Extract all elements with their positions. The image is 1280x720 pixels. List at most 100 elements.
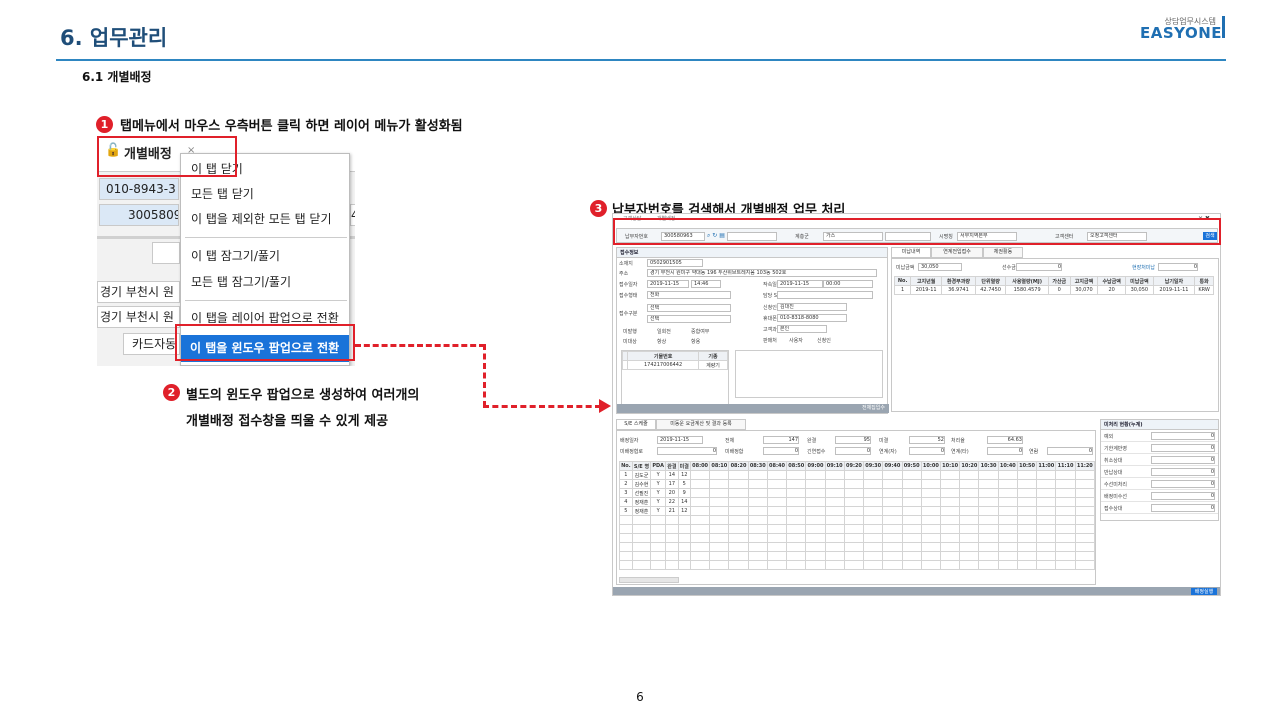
schedule-cell <box>1036 506 1057 516</box>
schedule-cell <box>882 551 903 561</box>
field-value[interactable]: 2019-11-15 <box>647 280 689 288</box>
billing-cell: 1580.4579 <box>1005 285 1049 295</box>
schedule-cell <box>978 533 999 543</box>
schedule-cell <box>619 524 633 534</box>
schedule-cell: 정재훈 <box>631 497 652 507</box>
table-row[interactable]: 174217006442 계량기 <box>621 360 728 370</box>
table-row[interactable] <box>619 542 1095 552</box>
schedule-tab[interactable]: S/E 스케줄 <box>616 419 656 430</box>
table-row[interactable]: 4 정재훈 Y 22 14 <box>619 497 1095 507</box>
table-row[interactable] <box>619 551 1095 561</box>
schedule-header: 08:10 <box>709 461 730 471</box>
save-button[interactable]: 전체집입수 <box>617 404 889 413</box>
schedule-cell <box>747 533 768 543</box>
checkbox[interactable]: 미발행 <box>623 328 637 335</box>
schedule-cell <box>728 488 749 498</box>
field-value[interactable]: 경기 부천시 원미구 약대동 196 두산위브트레지움 103동 502호 <box>647 269 877 277</box>
menu-item-close-others[interactable]: 이 탭을 제외한 모든 탭 닫기 <box>191 210 332 227</box>
schedule-header: 10:40 <box>997 461 1018 471</box>
schedule-cell <box>631 560 652 570</box>
page-title: 6. 업무관리 <box>60 26 168 50</box>
radio-option[interactable]: 미대상 <box>623 338 637 345</box>
checkbox[interactable]: 중합여부 <box>691 328 709 335</box>
pending-row: 취소상대 0 <box>1101 454 1218 466</box>
schedule-tab[interactable]: 미동운 요금계산 및 결과 등록 <box>656 419 746 430</box>
schedule-cell <box>709 497 730 507</box>
table-row[interactable] <box>619 560 1095 570</box>
billing-tab[interactable]: 연계전입접수 <box>931 247 983 258</box>
assign-button[interactable]: 배정실행 <box>1191 588 1217 595</box>
schedule-cell <box>997 488 1018 498</box>
field-value[interactable]: 0502901505 <box>647 259 703 267</box>
table-row[interactable]: 5 정재훈 Y 21 12 <box>619 506 1095 516</box>
checkbox[interactable]: 일회전 <box>657 328 671 335</box>
table-row[interactable] <box>619 524 1095 534</box>
schedule-cell: 12 <box>677 506 691 516</box>
schedule-header: No. <box>619 461 633 471</box>
schedule-cell <box>901 506 922 516</box>
field-value[interactable]: 010-8318-8080 <box>777 314 847 322</box>
billing-header: 단위열량 <box>974 276 1007 286</box>
schedule-cell <box>805 533 826 543</box>
billing-header: 가산금 <box>1047 276 1071 286</box>
summary-label: 선수금 <box>1002 265 1016 271</box>
field-value[interactable]: 전화 <box>647 291 731 299</box>
field-value[interactable] <box>777 291 873 299</box>
radio-option[interactable]: 사용자 <box>789 337 803 344</box>
meter-cell: 계량기 <box>698 360 728 370</box>
meter-cell: 174217006442 <box>627 360 700 370</box>
summary-value: 0 <box>1158 263 1198 271</box>
schedule-cell <box>978 515 999 525</box>
field-value[interactable]: 김대진 <box>777 303 847 311</box>
schedule-cell <box>1055 542 1076 552</box>
schedule-cell <box>728 551 749 561</box>
schedule-cell: 김도균 <box>631 470 652 480</box>
step-2-line2: 개별배정 접수창을 띄울 수 있게 제공 <box>186 414 389 429</box>
schedule-cell <box>824 524 845 534</box>
billing-cell: 1 <box>893 285 912 295</box>
time-input[interactable]: 14:46 <box>691 280 721 288</box>
schedule-cell <box>824 488 845 498</box>
schedule-cell <box>709 470 730 480</box>
menu-separator <box>185 300 347 301</box>
highlight-box-tab <box>97 136 237 177</box>
schedule-cell <box>689 533 711 543</box>
field-value[interactable]: 선택 <box>647 315 731 323</box>
schedule-cell <box>901 488 922 498</box>
billing-tab[interactable]: 체권활동 <box>983 247 1023 258</box>
memo-box[interactable] <box>735 350 883 398</box>
radio-option[interactable]: 항용 <box>691 338 700 345</box>
schedule-cell <box>863 488 884 498</box>
stat-label: 긴연접수 <box>807 449 826 455</box>
scrollbar[interactable] <box>619 577 679 583</box>
schedule-cell <box>824 551 845 561</box>
schedule-cell <box>824 497 845 507</box>
menu-item-lock-all[interactable]: 모든 탭 잠그기/풀기 <box>191 273 291 290</box>
field-value[interactable]: 본인 <box>777 325 827 333</box>
field-value[interactable]: 2019-11-15 <box>777 280 823 288</box>
menu-item-lock-tab[interactable]: 이 탭 잠그기/풀기 <box>191 247 280 264</box>
schedule-cell <box>766 515 788 525</box>
schedule-cell <box>1036 515 1057 525</box>
billing-tab[interactable]: 미납내역 <box>891 247 931 258</box>
table-row[interactable]: 2 김수현 Y 17 5 <box>619 479 1095 489</box>
radio-option[interactable]: 항상 <box>657 338 666 345</box>
radio-option[interactable]: 신청인 <box>817 337 831 344</box>
schedule-cell <box>786 506 807 516</box>
table-row[interactable] <box>619 515 1095 525</box>
step-1-badge: 1 <box>96 116 113 133</box>
table-row[interactable]: 3 선필진 Y 20 9 <box>619 488 1095 498</box>
menu-item-close-all[interactable]: 모든 탭 닫기 <box>191 185 254 202</box>
field-value[interactable]: 선택 <box>647 304 731 312</box>
time-input[interactable]: 00:00 <box>823 280 873 288</box>
table-row[interactable]: 1 김도균 Y 14 12 <box>619 470 1095 480</box>
table-row[interactable]: 1 2019-11 36.9741 42.7450 1580.4579 0 30,070 20… <box>893 285 1214 295</box>
schedule-cell <box>786 533 807 543</box>
highlight-box-menu-item <box>175 324 355 361</box>
schedule-header: 09:30 <box>863 461 884 471</box>
date-input[interactable]: 2019-11-15 <box>657 436 703 444</box>
schedule-cell <box>665 533 679 543</box>
schedule-cell <box>901 515 922 525</box>
table-row[interactable] <box>619 533 1095 543</box>
schedule-cell <box>728 560 749 570</box>
